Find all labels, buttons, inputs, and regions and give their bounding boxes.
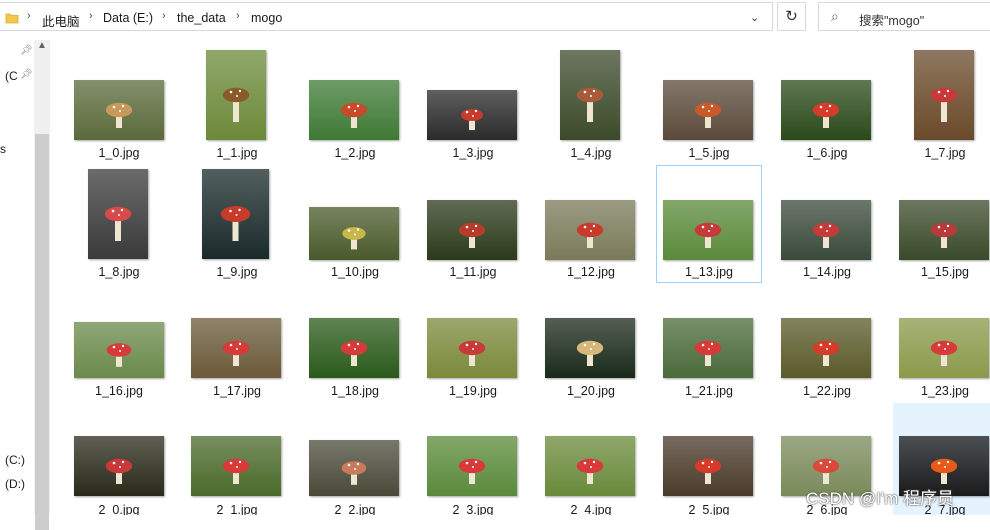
chevron-down-icon[interactable]: ⌄ (750, 11, 759, 24)
file-name-label: 2_5.jpg (688, 503, 730, 515)
file-name-label: 1_19.jpg (449, 384, 497, 398)
file-name-label: 1_18.jpg (331, 384, 379, 398)
image-thumbnail[interactable] (74, 322, 164, 378)
file-name-label: 1_12.jpg (567, 265, 615, 279)
image-thumbnail[interactable] (545, 318, 635, 378)
file-name-label: 1_5.jpg (688, 146, 730, 160)
image-thumbnail[interactable] (899, 200, 989, 260)
file-name-label: 1_10.jpg (331, 265, 379, 279)
image-thumbnail[interactable] (545, 436, 635, 496)
image-thumbnail[interactable] (427, 436, 517, 496)
image-thumbnail[interactable] (899, 318, 989, 378)
image-thumbnail[interactable] (781, 80, 871, 140)
file-name-label: 2_1.jpg (216, 503, 258, 515)
image-thumbnail[interactable] (309, 207, 399, 260)
file-name-label: 1_11.jpg (449, 265, 497, 279)
file-name-label: 1_22.jpg (803, 384, 851, 398)
pin-icon[interactable]: 📌︎ (20, 45, 33, 56)
nav-item-c[interactable]: (C (5, 69, 18, 83)
chevron-right-icon[interactable]: › (236, 10, 240, 22)
image-thumbnail[interactable] (309, 80, 399, 140)
folder-icon (5, 11, 19, 30)
breadcrumb-this-pc[interactable]: 此电脑 (42, 11, 80, 30)
image-thumbnail[interactable] (781, 200, 871, 260)
file-name-label: 1_3.jpg (452, 146, 494, 160)
nav-item-s[interactable]: s (0, 142, 6, 156)
breadcrumb-mogo[interactable]: mogo (251, 11, 282, 25)
image-thumbnail[interactable] (191, 436, 281, 496)
file-name-label: 1_16.jpg (95, 384, 143, 398)
image-thumbnail[interactable] (191, 318, 281, 378)
toolbar: › 此电脑 › Data (E:) › the_data › mogo ⌄ ↻ … (0, 0, 990, 36)
search-icon: ⌕ (831, 8, 839, 24)
file-name-label: 1_1.jpg (216, 146, 258, 160)
image-thumbnail[interactable] (663, 318, 753, 378)
file-name-label: 1_8.jpg (98, 265, 140, 279)
refresh-icon: ↻ (785, 8, 798, 25)
file-name-label: 1_9.jpg (216, 265, 258, 279)
image-thumbnail[interactable] (427, 90, 517, 140)
search-input[interactable]: ⌕ 搜索"mogo" (818, 2, 990, 31)
image-thumbnail[interactable] (663, 80, 753, 140)
chevron-right-icon[interactable]: › (89, 10, 93, 22)
file-name-label: 2_0.jpg (98, 503, 140, 515)
file-name-label: 2_4.jpg (570, 503, 612, 515)
breadcrumb-the-data[interactable]: the_data (177, 11, 226, 25)
file-name-label: 1_23.jpg (921, 384, 969, 398)
image-thumbnail[interactable] (309, 440, 399, 496)
chevron-right-icon[interactable]: › (162, 10, 166, 22)
file-grid: 1_0.jpg 1_1.jpg 1_2.jpg 1_3.jpg 1_4.jpg … (50, 36, 990, 515)
file-name-label: 1_0.jpg (98, 146, 140, 160)
image-thumbnail[interactable] (427, 200, 517, 260)
file-name-label: 1_20.jpg (567, 384, 615, 398)
nav-scrollbar[interactable]: ▲ (34, 40, 50, 530)
file-name-label: 1_4.jpg (570, 146, 612, 160)
chevron-right-icon[interactable]: › (27, 10, 31, 22)
image-thumbnail[interactable] (202, 169, 269, 259)
image-thumbnail[interactable] (74, 80, 164, 140)
image-thumbnail[interactable] (914, 50, 974, 140)
breadcrumb-data-drive[interactable]: Data (E:) (103, 11, 153, 25)
file-name-label: 1_2.jpg (334, 146, 376, 160)
image-thumbnail[interactable] (309, 318, 399, 378)
nav-item-c-drive[interactable]: (C:) (5, 453, 25, 467)
scrollbar-thumb[interactable] (35, 134, 49, 530)
image-thumbnail[interactable] (663, 200, 753, 260)
file-name-label: 1_15.jpg (921, 265, 969, 279)
file-name-label: 1_6.jpg (806, 146, 848, 160)
search-placeholder: 搜索"mogo" (859, 14, 925, 28)
image-thumbnail[interactable] (663, 436, 753, 496)
file-name-label: 1_7.jpg (924, 146, 966, 160)
file-name-label: 1_17.jpg (213, 384, 261, 398)
address-bar[interactable]: › 此电脑 › Data (E:) › the_data › mogo ⌄ (0, 2, 773, 31)
image-thumbnail[interactable] (427, 318, 517, 378)
image-thumbnail[interactable] (88, 169, 148, 259)
refresh-button[interactable]: ↻ (777, 2, 806, 31)
file-name-label: 1_21.jpg (685, 384, 733, 398)
file-name-label: 1_13.jpg (685, 265, 733, 279)
nav-item-d-drive[interactable]: (D:) (5, 477, 25, 491)
pin-icon[interactable]: 📌︎ (20, 69, 33, 80)
image-thumbnail[interactable] (206, 50, 266, 140)
file-name-label: 1_14.jpg (803, 265, 851, 279)
image-thumbnail[interactable] (74, 436, 164, 496)
file-name-label: 2_2.jpg (334, 503, 376, 515)
image-thumbnail[interactable] (545, 200, 635, 260)
scroll-up-arrow-icon[interactable]: ▲ (37, 40, 47, 51)
image-thumbnail[interactable] (560, 50, 620, 140)
file-name-label: 2_3.jpg (452, 503, 494, 515)
image-thumbnail[interactable] (781, 318, 871, 378)
watermark: CSDN @I'm 程序员 (806, 489, 955, 508)
